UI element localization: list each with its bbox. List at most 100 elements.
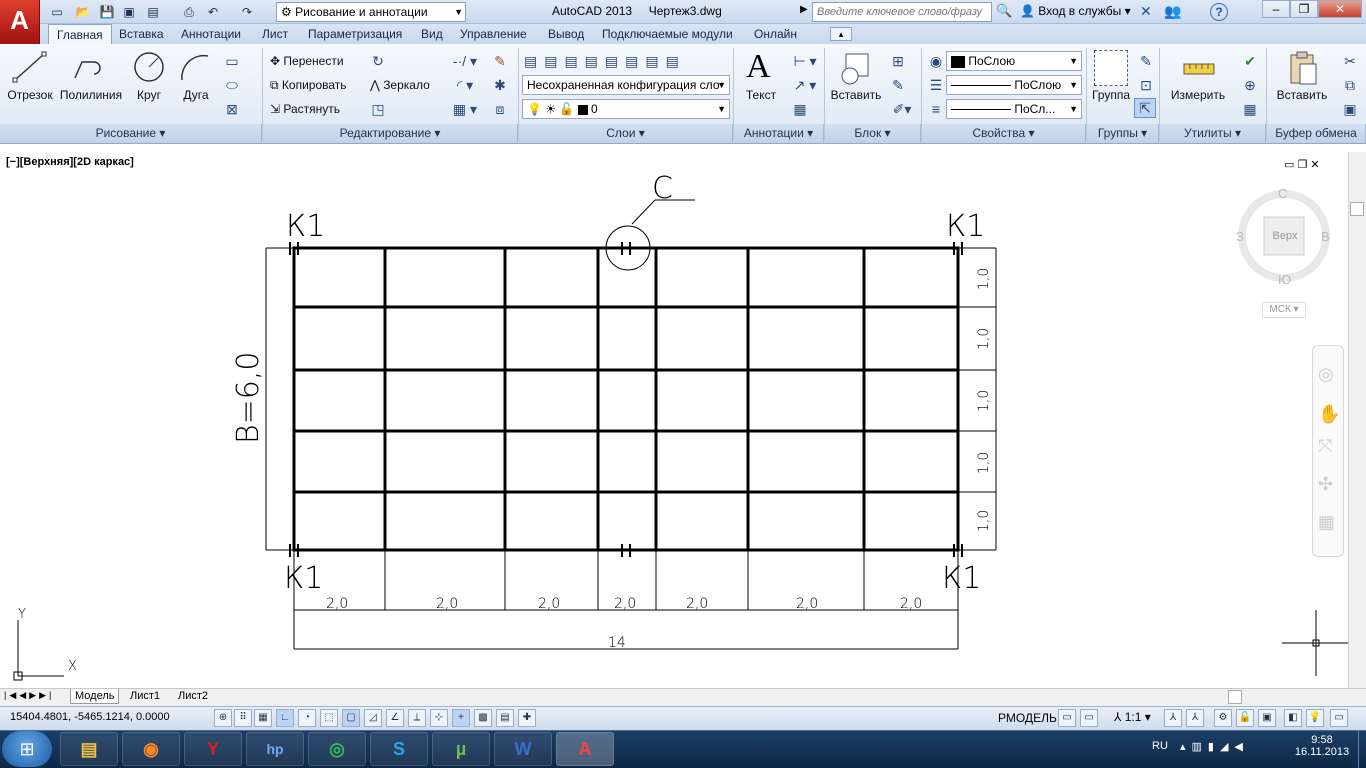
region-icon[interactable]: ⊠ [222,100,242,118]
lightbulb-status-icon[interactable]: 💡 [1306,709,1324,727]
workspace-switch-icon[interactable]: ⚙ [1214,709,1232,727]
erase-icon[interactable]: ✎ [490,52,510,70]
chrome-taskbar-icon[interactable]: ◎ [308,732,366,766]
edit-attributes-icon[interactable]: ✐▾ [888,100,916,118]
hp-taskbar-icon[interactable]: hp [246,732,304,766]
quick-view-layouts-icon[interactable]: ▭ [1058,709,1076,727]
steering-wheel-icon[interactable]: ◎ [1318,364,1334,385]
linetype-icon[interactable]: ☰ [926,76,946,94]
model-space-toggle[interactable]: РМОДЕЛЬ [998,711,1057,725]
copy-clip-icon[interactable]: ⧉ [1340,76,1360,94]
layer-dropdown[interactable]: 💡 ☀ 🔓 0 ▼ [522,99,730,119]
tab-insert[interactable]: Вставка [111,24,172,44]
copy-base-icon[interactable]: ▣ [1340,100,1360,118]
table-icon[interactable]: ▦ [788,100,812,118]
copy-button[interactable]: ⧉ Копировать [270,78,347,93]
tab-output[interactable]: Вывод [540,24,592,44]
quick-properties-icon[interactable]: ▤ [496,709,514,727]
open-file-icon[interactable]: 📂 [74,3,92,21]
clock[interactable]: 9:58 16.11.2013 [1290,734,1354,758]
auto-scale-icon[interactable]: ⅄ [1186,709,1204,727]
workspace-dropdown[interactable]: ⚙ Рисование и аннотации ▼ [276,2,466,22]
grid-display-icon[interactable]: ▦ [254,709,272,727]
group-selection-icon[interactable]: ⇱ [1134,98,1156,118]
exchange-icon[interactable]: ✕ [1140,3,1152,20]
color-dropdown[interactable]: ПоСлою ▼ [946,51,1082,71]
array-icon[interactable]: ▦ ▾ [448,100,482,118]
ribbon-minimize-icon[interactable]: ▴ [830,27,852,41]
linetype-dropdown[interactable]: ПоСлою ▼ [946,75,1082,95]
rotate-icon[interactable]: ↻ [368,52,388,70]
snap-mode-icon[interactable]: ⠿ [234,709,252,727]
search-arrow-icon[interactable]: ▶ [800,4,808,15]
zoom-extents-icon[interactable]: ⤧ [1318,436,1332,457]
scale-icon[interactable]: ◳ [368,100,388,118]
connect-icon[interactable]: 👥 [1164,3,1181,20]
new-file-icon[interactable]: ▭ [48,3,66,21]
plot-preview-icon[interactable]: ▤ [144,3,162,21]
polar-tracking-icon[interactable]: ◔ [298,709,316,727]
panel-properties-title[interactable]: Свойства ▾ [922,124,1086,143]
selection-cycling-icon[interactable]: ✚ [518,709,536,727]
compass-south[interactable]: Ю [1278,272,1291,287]
stretch-button[interactable]: ⇲ Растянуть [270,102,340,116]
panel-modify-title[interactable]: Редактирование ▾ [263,124,518,143]
skype-taskbar-icon[interactable]: S [370,732,428,766]
vertical-scrollbar[interactable] [1348,152,1366,688]
redo-icon[interactable]: ↷ [238,3,256,21]
isolate-objects-icon[interactable]: ◧ [1284,709,1302,727]
offset-icon[interactable]: ⧈ [490,100,510,118]
circle-button[interactable]: Круг [130,88,168,102]
binoculars-icon[interactable]: 🔍 [996,3,1012,21]
edit-block-icon[interactable]: ✎ [888,76,908,94]
show-desktop-button[interactable] [1358,730,1366,768]
search-input[interactable]: Введите ключевое слово/фразу [812,2,992,22]
calculator-icon[interactable]: ▦ [1240,100,1260,118]
layer-state-dropdown[interactable]: Несохраненная конфигурация сло ▼ [522,75,730,95]
explorer-taskbar-icon[interactable]: ▤ [60,732,118,766]
firefox-taskbar-icon[interactable]: ◉ [122,732,180,766]
paste-button[interactable]: Вставить [1272,88,1332,102]
lineweight-toggle-icon[interactable]: + [452,709,470,727]
application-menu-button[interactable]: A [0,0,40,44]
showmotion-icon[interactable]: ▦ [1318,512,1335,533]
vertical-scroll-thumb[interactable] [1350,202,1364,216]
pan-hand-icon[interactable]: ✋ [1318,404,1340,425]
tab-parametric[interactable]: Параметризация [300,24,410,44]
line-button[interactable]: Отрезок [4,88,56,102]
help-icon[interactable]: ? [1210,3,1228,21]
explode-icon[interactable]: ✱ [490,76,510,94]
infer-constraints-icon[interactable]: ⊕ [214,709,232,727]
lock-ui-icon[interactable]: 🔓 [1236,709,1254,727]
cut-icon[interactable]: ✂ [1340,52,1360,70]
annotation-scale[interactable]: ⅄ 1:1 ▾ [1114,710,1151,724]
dynamic-ucs-icon[interactable]: ⟂ [408,709,426,727]
tab-annotate[interactable]: Аннотации [173,24,249,44]
point-id-icon[interactable]: ⊕ [1240,76,1260,94]
rectangle-icon[interactable]: ▭ [222,52,242,70]
fillet-icon[interactable]: ◜ ▾ [448,76,482,94]
maximize-button[interactable]: ❐ [1290,0,1318,18]
tab-view[interactable]: Вид [413,24,451,44]
orbit-icon[interactable]: ✣ [1318,474,1333,495]
panel-utilities-title[interactable]: Утилиты ▾ [1160,124,1266,143]
tab-layout[interactable]: Лист [254,24,296,44]
utorrent-taskbar-icon[interactable]: µ [432,732,490,766]
compass-north[interactable]: С [1278,186,1287,201]
lineweight-icon[interactable]: ≡ [926,100,946,118]
layout-tab-nav-icons[interactable]: |◀◀▶▶| [4,690,54,701]
language-indicator[interactable]: RU [1152,740,1168,752]
match-properties-icon[interactable]: ◉ [926,52,946,70]
tab-online[interactable]: Онлайн [746,24,805,44]
panel-groups-title[interactable]: Группы ▾ [1087,124,1159,143]
cursor-coordinates[interactable]: 15404.4801, -5465.1214, 0.0000 [10,711,170,723]
measure-button[interactable]: Измерить [1166,88,1230,102]
ortho-mode-icon[interactable]: ∟ [276,709,294,727]
dimension-icon[interactable]: ⊢ ▾ [788,52,822,70]
layer-tools-icons[interactable]: ▤▤▤▤▤▤▤▤ [524,52,724,70]
tab-plugins[interactable]: Подключаемые модули [594,24,741,44]
move-button[interactable]: ✥ Перенести [270,54,344,68]
panel-annotation-title[interactable]: Аннотации ▾ [734,124,824,143]
hardware-acceleration-icon[interactable]: ▣ [1258,709,1276,727]
group-button[interactable]: Группа [1088,88,1134,102]
